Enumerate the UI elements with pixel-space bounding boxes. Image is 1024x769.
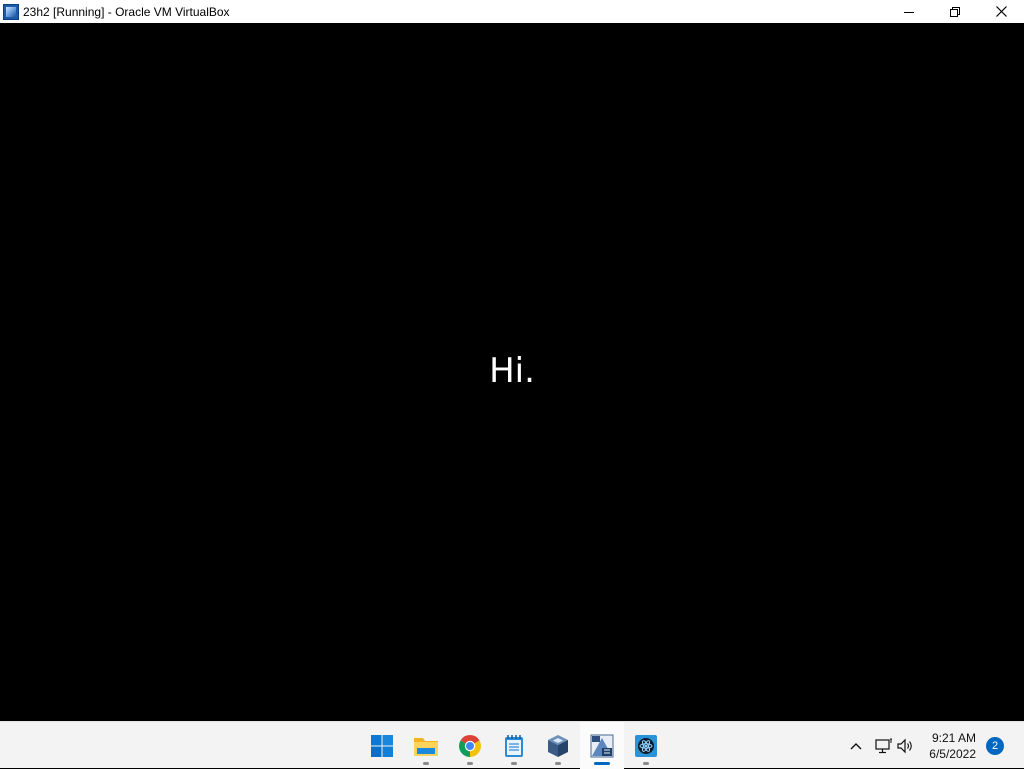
notification-count-badge[interactable]: 2 (986, 736, 1004, 755)
chrome-icon (459, 734, 481, 757)
running-indicator (467, 762, 473, 765)
active-indicator (594, 762, 610, 765)
taskbar-file-explorer[interactable] (404, 722, 448, 769)
taskbar-unknown-app[interactable] (624, 722, 668, 769)
restore-button[interactable] (932, 0, 978, 23)
minimize-icon (904, 11, 914, 13)
speaker-icon (897, 738, 913, 753)
virtualbox-vm-icon (590, 734, 614, 757)
virtualbox-cube-icon (548, 734, 568, 757)
chevron-up-icon (850, 742, 862, 749)
volume-button[interactable] (895, 722, 917, 769)
restore-icon (950, 6, 960, 17)
clock-time: 9:21 AM (931, 730, 976, 745)
running-indicator (423, 762, 429, 765)
close-icon (995, 6, 1007, 17)
setup-greeting-text: Hi. (489, 351, 535, 391)
taskbar-clock[interactable]: 9:21 AM 6/5/2022 (929, 730, 976, 762)
network-button[interactable] (873, 722, 895, 769)
taskbar: 9:21 AM 6/5/2022 2 (0, 721, 1024, 769)
minimize-button[interactable] (886, 0, 932, 23)
taskbar-notepad[interactable] (492, 722, 536, 769)
folder-icon (414, 737, 438, 756)
notepad-icon (505, 734, 523, 757)
taskbar-chrome[interactable] (448, 722, 492, 769)
close-button[interactable] (978, 0, 1024, 23)
taskbar-virtualbox-vm[interactable] (580, 722, 624, 769)
virtualbox-vm-icon[interactable] (3, 3, 19, 20)
system-tray: 9:21 AM 6/5/2022 2 (845, 722, 1024, 769)
taskbar-start-button[interactable] (360, 722, 404, 769)
atom-app-icon (635, 734, 657, 757)
window-title: 23h2 [Running] - Oracle VM VirtualBox (23, 4, 230, 19)
windows-start-icon (371, 734, 393, 757)
window-controls (886, 0, 1024, 23)
running-indicator (511, 762, 517, 765)
clock-date: 6/5/2022 (929, 746, 976, 761)
running-indicator (555, 762, 561, 765)
taskbar-apps (360, 722, 668, 769)
vm-display[interactable]: Hi. (0, 23, 1024, 721)
network-icon (875, 738, 893, 753)
taskbar-virtualbox-manager[interactable] (536, 722, 580, 769)
window-titlebar[interactable]: 23h2 [Running] - Oracle VM VirtualBox (0, 0, 1024, 23)
running-indicator (643, 762, 649, 765)
show-hidden-icons-button[interactable] (845, 722, 867, 769)
